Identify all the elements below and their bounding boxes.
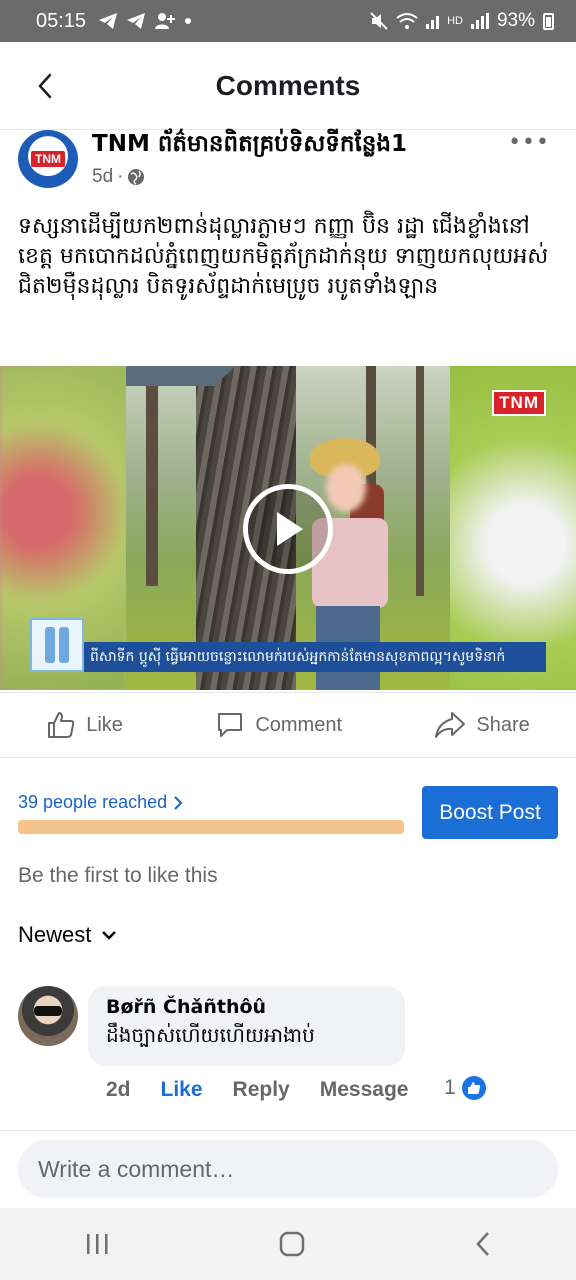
home-button[interactable] <box>279 1231 305 1257</box>
comment-text: ដឹងច្បាស់ហើយហើយអាងាប់ <box>106 1023 315 1047</box>
post-header: TNM TNM ព័ត៌មានពិតគ្រប់ទិសទីកន្លែង1 5d ·… <box>0 130 576 200</box>
like-button[interactable]: Like <box>46 710 123 740</box>
reached-text: 39 people reached <box>18 792 168 812</box>
commenter-avatar[interactable] <box>18 986 78 1046</box>
comment-like-button[interactable]: Like <box>161 1078 203 1102</box>
globe-icon <box>128 169 145 185</box>
comment-icon <box>218 713 243 737</box>
system-nav-bar <box>0 1208 576 1280</box>
network-label: HD <box>447 15 463 27</box>
dot-icon <box>185 18 192 24</box>
reach-progress-bar <box>18 820 404 834</box>
comment-reactions[interactable]: 1 <box>444 1076 486 1100</box>
signal-icon <box>426 13 440 29</box>
share-label: Share <box>476 713 530 736</box>
comment-input[interactable]: Write a comment… <box>18 1140 558 1198</box>
page-avatar-logo: TNM <box>31 151 65 167</box>
sort-dropdown[interactable]: Newest <box>18 922 117 948</box>
reach-progress-fill <box>18 820 404 834</box>
notification-icons <box>98 12 192 30</box>
composer-divider <box>0 1130 576 1131</box>
telegram-icon <box>127 13 146 29</box>
post-actions: Like Comment Share <box>0 692 576 758</box>
page-avatar[interactable]: TNM <box>18 130 78 188</box>
telegram-icon <box>99 13 118 29</box>
sort-label: Newest <box>18 922 92 947</box>
blurred-face <box>326 464 366 512</box>
comment-author[interactable]: Bøřñ Čhǎñthôû <box>106 996 387 1018</box>
post-video[interactable]: TNM ពីសាទីក ប្ដូស៊ី ធ្វើអោយចន្លោះលោមក់រប… <box>0 366 576 690</box>
chevron-left-icon <box>38 73 52 99</box>
post-text: ទស្សនាដើម្បីយក២ពាន់ដុល្លារភ្លាមៗ កញ្ញា ប… <box>18 214 549 299</box>
comment-label: Comment <box>255 713 343 736</box>
share-button[interactable]: Share <box>434 710 530 740</box>
back-button[interactable] <box>30 68 60 104</box>
tree <box>416 366 424 596</box>
boost-post-button[interactable]: Boost Post <box>422 786 558 839</box>
video-ticker: ពីសាទីក ប្ដូស៊ី ធ្វើអោយចន្លោះលោមក់របស់អ្… <box>30 642 546 672</box>
ad-thumbnail <box>30 618 84 672</box>
back-nav-button[interactable] <box>474 1231 492 1257</box>
battery-percent: 93% <box>496 10 535 31</box>
comments-header: Comments <box>0 42 576 130</box>
play-button[interactable] <box>243 484 333 574</box>
reached-link[interactable]: 39 people reached <box>18 792 183 813</box>
like-label: Like <box>86 713 123 736</box>
reaction-count: 1 <box>444 1076 456 1099</box>
meta-separator: · <box>117 166 124 187</box>
like-reaction-icon <box>461 1076 486 1100</box>
add-user-icon <box>155 13 176 29</box>
page-title: Comments <box>215 69 361 101</box>
page-name[interactable]: TNM ព័ត៌មានពិតគ្រប់ទិសទីកន្លែង1 <box>92 130 407 163</box>
signal-icon <box>470 13 489 29</box>
thumbs-up-icon <box>48 712 75 738</box>
comment-reply-button[interactable]: Reply <box>233 1078 290 1102</box>
comment-message-button[interactable]: Message <box>320 1078 409 1102</box>
battery-icon <box>543 12 554 30</box>
system-icons: HD 93% <box>370 10 554 32</box>
comment-time: 2d <box>106 1078 131 1101</box>
status-bar: 05:15 HD 93% <box>0 0 576 42</box>
wifi-icon <box>396 13 418 29</box>
first-like-text: Be the first to like this <box>18 864 218 887</box>
comment-actions: 2d Like Reply Message <box>106 1078 408 1102</box>
status-time: 05:15 <box>36 9 87 32</box>
mute-icon <box>370 12 388 30</box>
post-time: 5d <box>92 166 114 187</box>
chevron-down-icon <box>102 931 117 940</box>
post-meta: 5d · <box>92 166 145 188</box>
chevron-right-icon <box>174 795 183 810</box>
recent-apps-button[interactable] <box>84 1232 110 1256</box>
channel-badge: TNM <box>492 390 546 416</box>
play-icon <box>277 512 303 546</box>
comment-button[interactable]: Comment <box>215 710 342 740</box>
share-icon <box>435 712 466 738</box>
comment-bubble: Bøřñ Čhǎñthôû ដឹងច្បាស់ហើយហើយអាងាប់ <box>88 986 405 1066</box>
more-options-button[interactable]: ••• <box>508 130 550 155</box>
tree <box>146 366 158 586</box>
